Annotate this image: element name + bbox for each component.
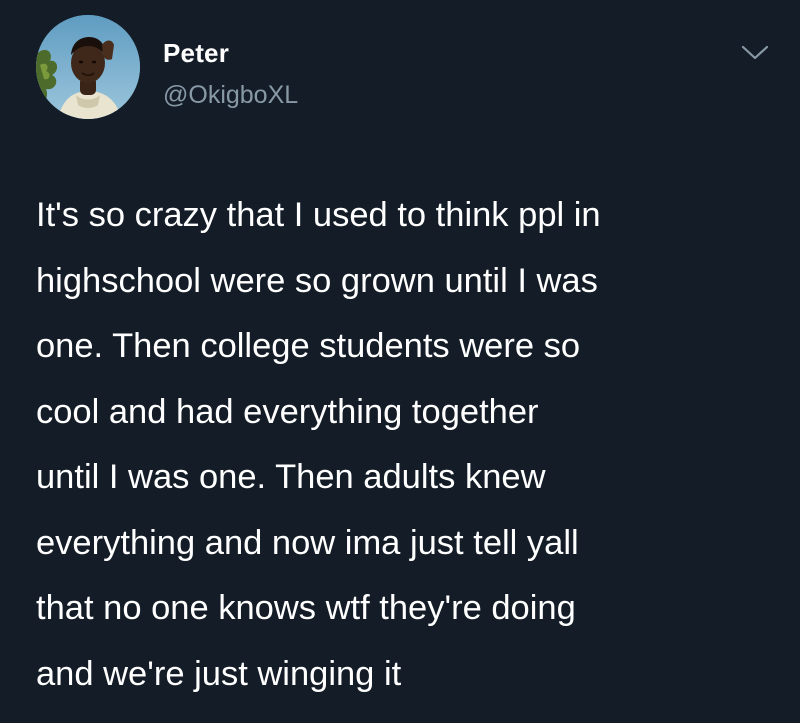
author-handle[interactable]: @OkigboXL [163, 80, 298, 110]
tweet-text-line: cool and had everything together [36, 392, 539, 431]
tweet-text-line: highschool were so grown until I was [36, 261, 598, 300]
author-display-name[interactable]: Peter [163, 38, 229, 68]
tweet-text: It's so crazy that I used to think ppl i… [36, 183, 784, 707]
tweet-text-line: everything and now ima just tell yall [36, 523, 579, 562]
tweet-text-line: and we're just winging it [36, 654, 402, 693]
tweet-text-line: until I was one. Then adults knew [36, 458, 546, 496]
tweet-text-line: one. Then college students were so [36, 327, 581, 365]
tweet-card: Peter @OkigboXL It's so crazy that I use… [0, 0, 800, 723]
author-avatar[interactable] [36, 15, 140, 119]
tweet-text-line: It's so crazy that I used to think ppl i… [36, 196, 601, 234]
chevron-down-icon [741, 45, 769, 60]
tweet-text-line: that no one knows wtf they're doing [36, 589, 576, 627]
tweet-menu-button[interactable] [738, 40, 772, 66]
profile-photo-icon [36, 15, 140, 119]
